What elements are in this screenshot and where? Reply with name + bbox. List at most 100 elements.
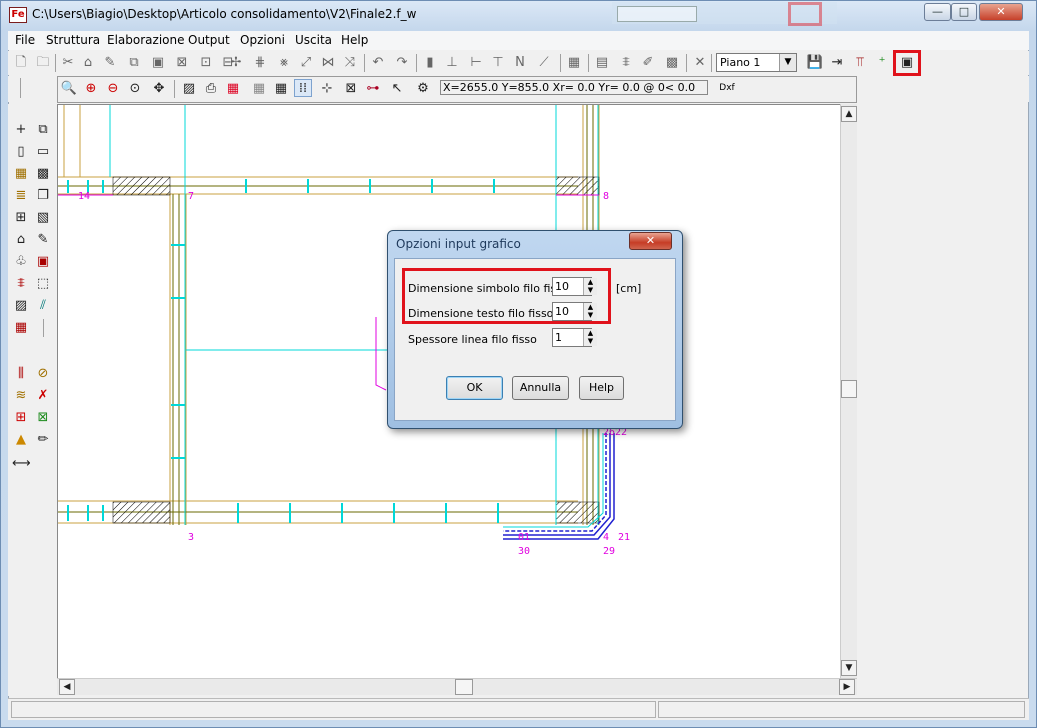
save-view-icon[interactable]: ▨ [180, 80, 198, 98]
beam-left-icon[interactable]: ⊢ [468, 54, 484, 72]
beam-t-icon[interactable]: ⊥ [444, 54, 460, 72]
beam-n-icon[interactable]: N [512, 54, 528, 72]
add-point-icon[interactable]: ⁺ [873, 54, 891, 72]
copy-icon[interactable]: ⧉ [126, 54, 142, 72]
grid-nodes-icon[interactable]: ⋕ [252, 54, 268, 72]
scroll-down-icon[interactable]: ▼ [841, 660, 857, 676]
graphic-options-icon[interactable]: ▣ [893, 50, 921, 76]
minimize-button[interactable]: — [924, 3, 951, 21]
measure-icon[interactable]: ⊶ [364, 80, 382, 98]
rebar-tool-icon[interactable]: ⊘ [34, 365, 52, 383]
add-node-tool-icon[interactable]: + [12, 121, 30, 139]
vertical-scrollbar[interactable]: ▲ ▼ [840, 104, 857, 678]
export-icon[interactable]: ⇥ [828, 54, 846, 72]
section-tool-icon[interactable]: ▦ [12, 319, 30, 337]
print-icon[interactable]: ⎙ [202, 80, 220, 98]
frame-tool-icon[interactable]: ▣ [34, 253, 52, 271]
zoom-in-icon[interactable]: ⊕ [82, 80, 100, 98]
dxf-button[interactable]: Dxf [716, 80, 738, 97]
snap-intersection-icon[interactable]: ⊠ [342, 80, 360, 98]
chart-tool-icon[interactable]: ⫼ [12, 365, 30, 383]
region-tool-icon[interactable]: ⬚ [34, 275, 52, 293]
ok-button[interactable]: OK [446, 376, 503, 400]
chevron-down-icon[interactable]: ▼ [779, 54, 796, 71]
grid-icon[interactable]: ▦ [272, 80, 290, 98]
walls-icon[interactable]: ⌂ [80, 54, 96, 72]
horizontal-scroll-thumb[interactable] [455, 679, 473, 695]
beam-cross-icon[interactable]: ⊤ [490, 54, 506, 72]
maximize-button[interactable]: □ [951, 3, 977, 21]
column-icon[interactable]: ▮ [422, 54, 438, 72]
scroll-up-icon[interactable]: ▲ [841, 106, 857, 122]
zoom-extent-icon[interactable]: ⊙ [126, 80, 144, 98]
expand-tool-icon[interactable]: ⊠ [34, 409, 52, 427]
roof-tool-icon[interactable]: ⌂ [12, 231, 30, 249]
text-size-spinner[interactable]: ▲ ▼ [583, 303, 597, 320]
save-icon[interactable]: 💾 [806, 54, 824, 72]
symbol-size-spinner[interactable]: ▲ ▼ [583, 278, 597, 295]
load-tool-icon[interactable]: ⩨ [12, 275, 30, 293]
scroll-right-icon[interactable]: ▶ [839, 679, 855, 695]
beam-tool-icon[interactable]: ▭ [34, 143, 52, 161]
pan-icon[interactable]: ✥ [150, 80, 168, 98]
pointer-icon[interactable]: ↖ [388, 80, 406, 98]
grid-fine-icon[interactable]: ▦ [250, 80, 268, 98]
layers-tool-icon[interactable]: ≋ [12, 387, 30, 405]
delete-icon[interactable]: ✕ [692, 54, 708, 72]
menu-output[interactable]: Output [188, 33, 230, 47]
settings-icon[interactable]: ⚙ [414, 80, 432, 98]
diagonal-node-icon[interactable]: ⤢ [298, 54, 314, 72]
line-thickness-spinner[interactable]: ▲ ▼ [583, 329, 597, 346]
link-tool-icon[interactable]: ⫽ [34, 297, 52, 315]
column-tool-icon[interactable]: ▯ [12, 143, 30, 161]
vertical-scroll-thumb[interactable] [841, 380, 857, 398]
pen-tool-icon[interactable]: ✏ [34, 431, 52, 449]
undo-icon[interactable]: ↶ [370, 54, 386, 72]
dimension-tool-icon[interactable]: ⟷ [12, 455, 31, 473]
menu-struttura[interactable]: Struttura [46, 33, 100, 47]
mesh-tool-icon[interactable]: ▧ [34, 209, 52, 227]
title-bar[interactable]: Fe C:\Users\Biagio\Desktop\Articolo cons… [0, 0, 1037, 30]
dialog-close-button[interactable]: ✕ [629, 232, 672, 250]
redo-icon[interactable]: ↷ [394, 54, 410, 72]
scroll-left-icon[interactable]: ◀ [59, 679, 75, 695]
remove-tool-icon[interactable]: ✗ [34, 387, 52, 405]
pencil-icon[interactable]: ✐ [640, 54, 656, 72]
brush-icon[interactable]: ✎ [102, 54, 118, 72]
warning-tool-icon[interactable]: ▲ [12, 431, 30, 449]
link-icon[interactable]: ⋈ [320, 54, 336, 72]
menu-opzioni[interactable]: Opzioni [240, 33, 285, 47]
zoom-out-icon[interactable]: ⊖ [104, 80, 122, 98]
zoom-icon[interactable]: 🔍 [60, 80, 78, 98]
snap-grid-icon[interactable]: ⁞⁞ [294, 79, 312, 97]
foundation-tool-icon[interactable]: ♧ [12, 253, 30, 271]
open-file-icon[interactable]: 🗀 [34, 54, 52, 72]
grid-tool-icon[interactable]: ⊞ [12, 209, 30, 227]
slab-tool-icon[interactable]: ▩ [34, 165, 52, 183]
horizontal-scrollbar[interactable]: ◀ ▶ [57, 678, 857, 695]
box-tool-icon[interactable]: ❐ [34, 187, 52, 205]
cancel-button[interactable]: Annulla [512, 376, 569, 400]
menu-file[interactable]: File [15, 33, 35, 47]
shrink-icon[interactable]: ⊡ [198, 54, 214, 72]
color-palette-icon[interactable]: ▦ [224, 80, 242, 98]
cross-box-icon[interactable]: ⊠ [174, 54, 190, 72]
panel-icon[interactable]: ▤ [594, 54, 610, 72]
table-icon[interactable]: ▦ [566, 54, 582, 72]
diagonal-icon[interactable]: ⟋ [536, 54, 552, 72]
new-file-icon[interactable]: 🗋 [12, 54, 30, 72]
close-button[interactable]: ✕ [979, 3, 1023, 21]
add-node-icon[interactable]: ✢ [228, 54, 244, 72]
load-icon[interactable]: ⩨ [618, 54, 634, 72]
hatch-tool-icon[interactable]: ▨ [12, 297, 30, 315]
hatch-icon[interactable]: ▩ [664, 54, 680, 72]
help-button[interactable]: Help [579, 376, 624, 400]
wall-tool-icon[interactable]: ▦ [12, 165, 30, 183]
edit-tool-icon[interactable]: ✎ [34, 231, 52, 249]
snap-node-icon[interactable]: ⊹ [318, 80, 336, 98]
frame-icon[interactable]: ▣ [150, 54, 166, 72]
menu-help[interactable]: Help [341, 33, 368, 47]
merge-icon[interactable]: ⤨ [342, 54, 358, 72]
copy-node-tool-icon[interactable]: ⧉ [34, 121, 52, 139]
cut-icon[interactable]: ✂ [60, 54, 76, 72]
